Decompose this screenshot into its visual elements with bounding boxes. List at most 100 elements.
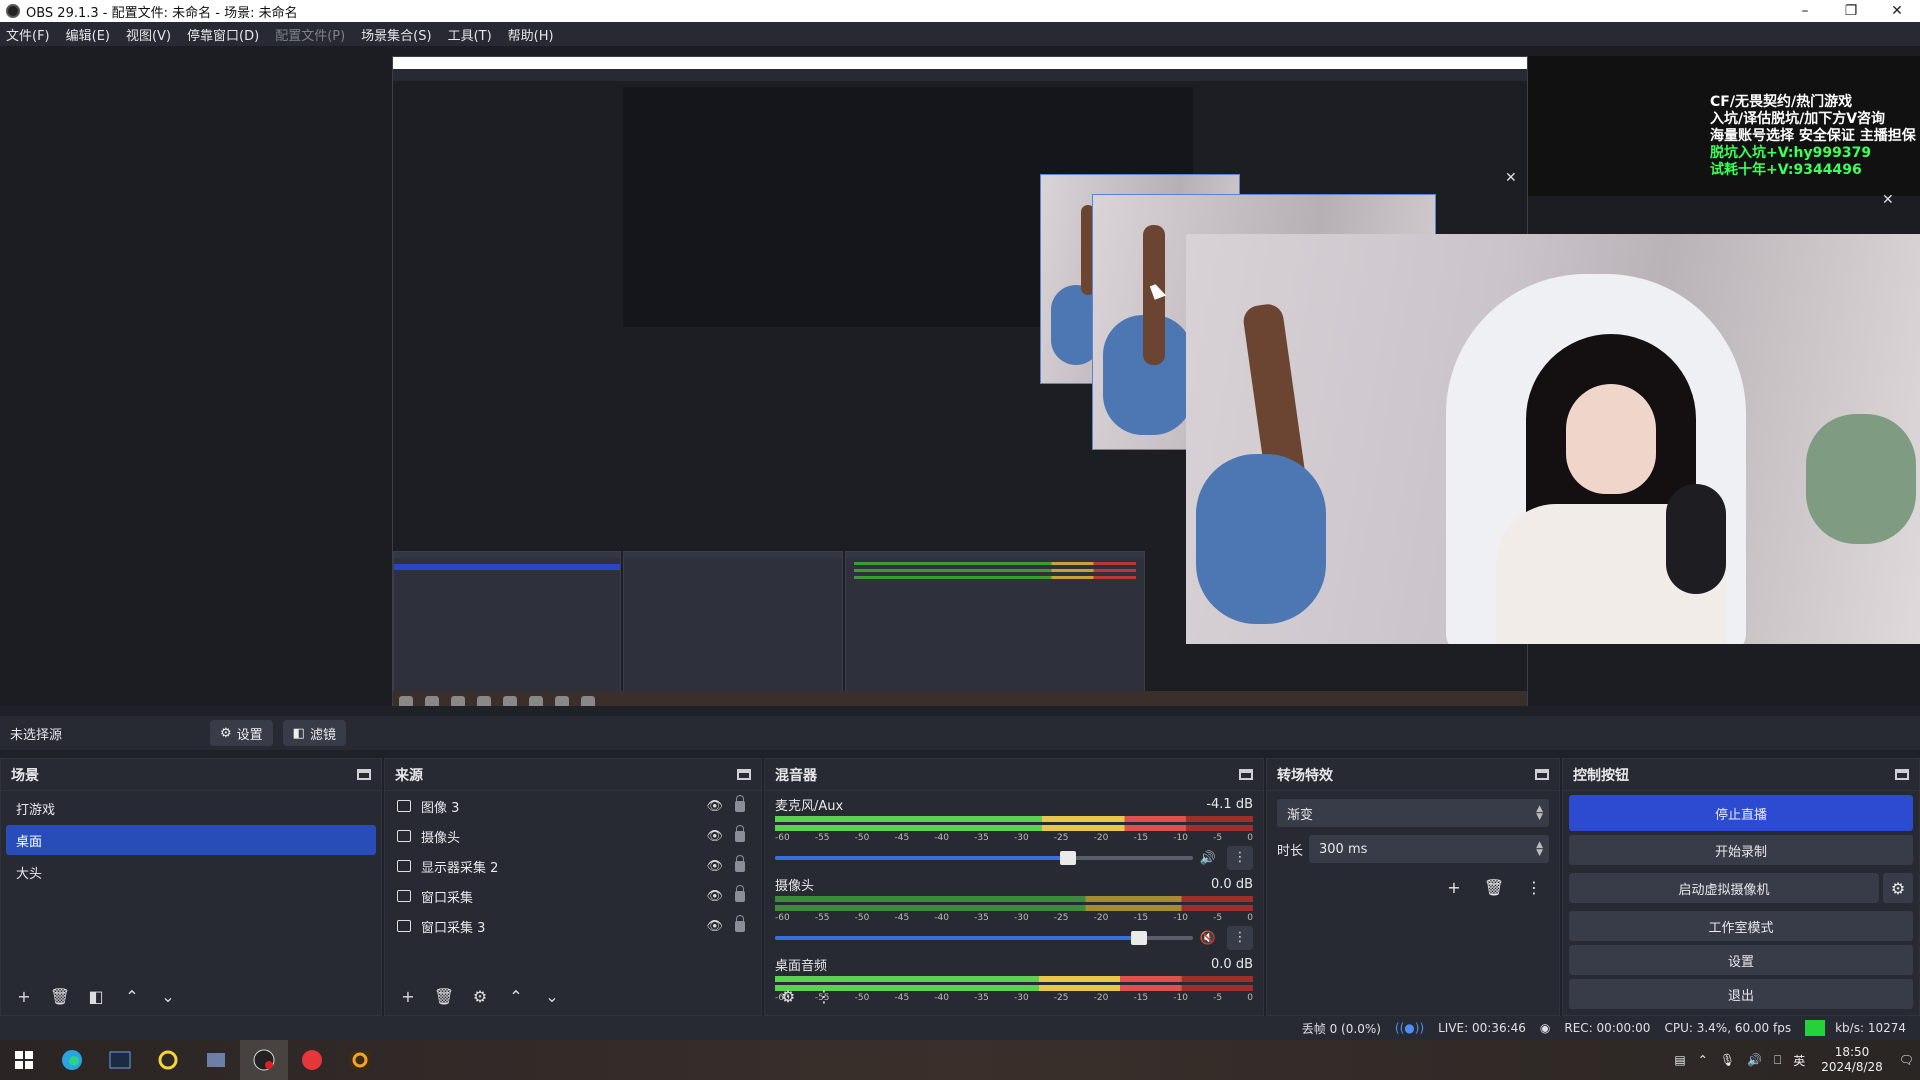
source-item[interactable]: 窗口采集 3 👁 <box>385 911 761 941</box>
nested-taskbar <box>393 691 1527 706</box>
source-properties-button[interactable]: ⚙ <box>465 982 495 1010</box>
lock-icon[interactable] <box>735 854 745 872</box>
spinner-icon[interactable]: ▲ ▼ <box>1536 841 1543 858</box>
dock-float-icon[interactable] <box>357 769 371 780</box>
speaker-icon[interactable]: 🔊 <box>1193 851 1223 866</box>
eye-icon[interactable]: 👁 <box>706 859 723 874</box>
eye-icon[interactable]: 👁 <box>706 889 723 904</box>
overlay-close-icon[interactable]: ✕ <box>1505 170 1517 186</box>
preview-canvas[interactable]: ✕ ✕ CF/无畏契约/热门游戏 入坑/译估脱坑/加下方V咨询 海量账号选择 安… <box>0 46 1920 706</box>
move-down-button[interactable]: ⌄ <box>537 982 567 1010</box>
overlay-line-5: 试耗十年+V:9344496 <box>1710 162 1862 178</box>
eye-icon[interactable]: 👁 <box>706 799 723 814</box>
menu-profile[interactable]: 配置文件(P) <box>275 25 345 44</box>
add-transition-button[interactable]: + <box>1439 873 1469 901</box>
slider-knob[interactable] <box>1130 931 1147 945</box>
minimize-button[interactable]: – <box>1782 3 1828 19</box>
remove-transition-button[interactable]: 🗑 <box>1479 873 1509 901</box>
dock-float-icon[interactable] <box>1535 769 1549 780</box>
scene-item[interactable]: 大头 <box>6 857 376 887</box>
meter-tick-label: -40 <box>934 833 950 843</box>
source-item[interactable]: 图像 3 👁 <box>385 791 761 821</box>
transition-select[interactable]: 渐变 ▲ ▼ <box>1277 799 1549 827</box>
maximize-button[interactable]: ❐ <box>1828 3 1874 19</box>
add-source-button[interactable]: + <box>393 982 423 1010</box>
app-icon-yellow-ring[interactable] <box>144 1040 192 1080</box>
network-icon[interactable]: ⎕ <box>1774 1053 1781 1068</box>
close-window-button[interactable]: ✕ <box>1874 3 1920 19</box>
remove-scene-button[interactable]: 🗑 <box>45 982 75 1010</box>
lock-icon[interactable] <box>735 794 745 812</box>
muted-speaker-icon[interactable]: 🔇 <box>1193 931 1223 946</box>
scene-filters-button[interactable]: ◧ <box>81 982 111 1010</box>
mixer-channel: 摄像头 0.0 dB -60 -55 -50 -45 -40 -35 -30 -25 -20 -15-… <box>765 871 1263 951</box>
dock-float-icon[interactable] <box>1895 769 1909 780</box>
add-scene-button[interactable]: + <box>9 982 39 1010</box>
scene-item[interactable]: 打游戏 <box>6 793 376 823</box>
netease-music-icon[interactable] <box>288 1040 336 1080</box>
move-up-button[interactable]: ⌃ <box>117 982 147 1010</box>
menu-view[interactable]: 视图(V) <box>126 25 171 44</box>
channel-menu-button[interactable]: ⋮ <box>1227 846 1253 870</box>
advanced-audio-button[interactable]: ⚙ <box>773 982 803 1010</box>
nested-scenes-dock <box>393 551 621 701</box>
source-item[interactable]: 摄像头 👁 <box>385 821 761 851</box>
ime-indicator[interactable]: 英 <box>1793 1052 1805 1069</box>
lock-icon[interactable] <box>735 884 745 902</box>
app-icon-g[interactable] <box>336 1040 384 1080</box>
window-icon <box>397 890 411 902</box>
windows-start-icon[interactable] <box>0 1040 48 1080</box>
notification-icon[interactable]: 🗨 <box>1899 1053 1914 1067</box>
source-name: 窗口采集 3 <box>421 920 486 936</box>
start-record-button[interactable]: 开始录制 <box>1569 835 1913 865</box>
lock-icon[interactable] <box>735 914 745 932</box>
virtual-camera-settings-gear-icon[interactable]: ⚙ <box>1883 873 1913 903</box>
volume-slider[interactable] <box>775 931 1193 945</box>
dock-float-icon[interactable] <box>737 769 751 780</box>
controls-title: 控制按钮 <box>1573 767 1629 784</box>
transition-menu-button[interactable]: ⋮ <box>1519 873 1549 901</box>
studio-mode-button[interactable]: 工作室模式 <box>1569 911 1913 941</box>
move-down-button[interactable]: ⌄ <box>153 982 183 1010</box>
menu-edit[interactable]: 编辑(E) <box>66 25 110 44</box>
channel-menu-button[interactable]: ⋮ <box>1227 926 1253 950</box>
menu-tools[interactable]: 工具(T) <box>448 25 492 44</box>
eye-icon[interactable]: 👁 <box>706 919 723 934</box>
overlay-close-icon-2[interactable]: ✕ <box>1882 192 1894 208</box>
eye-icon[interactable]: 👁 <box>706 829 723 844</box>
virtual-camera-button[interactable]: 启动虚拟摄像机 <box>1569 873 1879 903</box>
volume-slider[interactable] <box>775 851 1193 865</box>
source-item[interactable]: 窗口采集 👁 <box>385 881 761 911</box>
source-filters-button[interactable]: ◧ 滤镜 <box>282 720 346 746</box>
source-settings-button[interactable]: ⚙ 设置 <box>210 720 273 746</box>
edge-browser-icon[interactable] <box>48 1040 96 1080</box>
clock[interactable]: 18:50 2024/8/28 <box>1821 1045 1883 1075</box>
scene-item-selected[interactable]: 桌面 <box>6 825 376 855</box>
app-icon-window[interactable] <box>192 1040 240 1080</box>
duration-input[interactable]: 300 ms ▲ ▼ <box>1309 835 1549 863</box>
lock-icon[interactable] <box>735 824 745 842</box>
settings-button[interactable]: 设置 <box>1569 945 1913 975</box>
source-item[interactable]: 显示器采集 2 👁 <box>385 851 761 881</box>
microphone-icon[interactable]: 🎙 <box>1720 1053 1735 1067</box>
exit-button[interactable]: 退出 <box>1569 979 1913 1009</box>
clock-date: 2024/8/28 <box>1821 1060 1883 1074</box>
slider-knob[interactable] <box>1059 851 1076 865</box>
news-icon[interactable]: ▤ <box>1674 1053 1685 1067</box>
mixer-menu-button[interactable]: ⋮ <box>809 982 839 1010</box>
stop-stream-button[interactable]: 停止直播 <box>1569 795 1913 831</box>
volume-icon[interactable]: 🔊 <box>1747 1053 1762 1067</box>
dock-float-icon[interactable] <box>1239 769 1253 780</box>
app-icon-dark[interactable] <box>96 1040 144 1080</box>
move-up-button[interactable]: ⌃ <box>501 982 531 1010</box>
transitions-dock: 转场特效 渐变 ▲ ▼ 时长 300 ms ▲ ▼ + 🗑 ⋮ <box>1266 758 1560 1016</box>
overlay-line-2: 入坑/译估脱坑/加下方V咨询 <box>1710 111 1886 127</box>
menu-help[interactable]: 帮助(H) <box>508 25 554 44</box>
obs-taskbar-icon[interactable] <box>240 1040 288 1080</box>
menu-docks[interactable]: 停靠窗口(D) <box>187 25 259 44</box>
tray-expand-icon[interactable]: ⌃ <box>1698 1053 1708 1067</box>
menu-file[interactable]: 文件(F) <box>6 25 50 44</box>
menu-scene-collection[interactable]: 场景集合(S) <box>361 25 431 44</box>
channel-db: -4.1 dB <box>1206 796 1253 812</box>
remove-source-button[interactable]: 🗑 <box>429 982 459 1010</box>
